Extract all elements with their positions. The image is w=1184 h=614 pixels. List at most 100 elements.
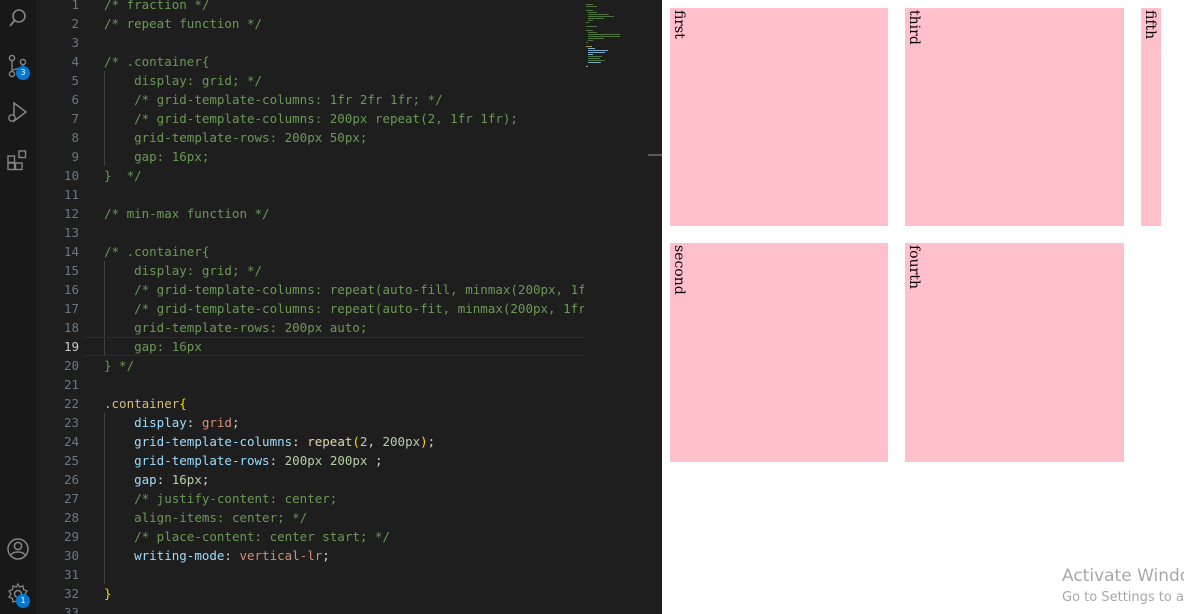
code-token: /* place-content: center start; */ — [134, 529, 390, 544]
line-number: 10 — [63, 168, 79, 183]
minimap-line — [588, 60, 605, 61]
line-number: 32 — [63, 586, 79, 601]
minimap-line — [588, 48, 595, 49]
line-number: 18 — [63, 320, 79, 335]
grid-item-first: first — [670, 8, 888, 226]
code-token: : — [292, 434, 308, 449]
code-token: grid-template-rows — [134, 453, 270, 468]
grid-item-fifth: fifth — [1141, 8, 1161, 226]
code-token: repeat — [307, 434, 353, 449]
line-number: 11 — [63, 187, 79, 202]
code-token: /* justify-content: center; — [134, 491, 338, 506]
code-line[interactable]: display: grid; */ — [104, 261, 262, 280]
line-number: 1 — [71, 0, 79, 12]
code-line[interactable]: } */ — [104, 356, 134, 375]
minimap-line — [586, 30, 593, 31]
run-debug-icon[interactable] — [0, 94, 36, 130]
code-line[interactable]: gap: 16px; — [104, 147, 209, 166]
code-line[interactable]: .container{ — [104, 394, 187, 413]
code-token: { — [179, 396, 187, 411]
minimap-line — [588, 36, 620, 37]
code-line[interactable]: /* grid-template-columns: 1fr 2fr 1fr; *… — [104, 90, 443, 109]
code-token: 16px — [171, 472, 202, 487]
code-line[interactable]: } */ — [104, 166, 142, 185]
code-token: 200px — [284, 453, 323, 468]
code-token: ; — [367, 453, 383, 468]
minimap-line — [588, 14, 609, 15]
minimap[interactable] — [584, 0, 662, 614]
code-line[interactable]: /* repeat function */ — [104, 14, 262, 33]
line-number: 12 — [63, 206, 79, 221]
code-line[interactable]: grid-template-rows: 200px auto; — [104, 318, 367, 337]
code-line[interactable]: align-items: center; */ — [104, 508, 307, 527]
line-number: 27 — [63, 491, 79, 506]
code-line[interactable]: grid-template-rows: 200px 200px ; — [104, 451, 383, 470]
code-editor[interactable]: 1 2 3 4 5 6 7 8 9 10 11 12 13 14 15 16 17 18 19 20 21 22 23 24 2… — [36, 0, 662, 614]
minimap-line — [588, 38, 604, 39]
code-token: ( — [352, 434, 360, 449]
minimap-line — [588, 16, 614, 17]
code-line[interactable]: /* .container{ — [104, 52, 209, 71]
minimap-line — [586, 10, 593, 11]
minimap-line — [588, 34, 620, 35]
minimap-line — [588, 58, 600, 59]
source-control-badge: 3 — [16, 66, 30, 80]
code-line[interactable]: gap: 16px — [104, 337, 202, 356]
code-token: grid-template-rows: 200px auto; — [134, 320, 368, 335]
browser-preview: Activate Windows Go to Settings to activ… — [662, 0, 1184, 614]
code-line[interactable]: writing-mode: vertical-lr; — [104, 546, 330, 565]
code-token: } */ — [104, 358, 135, 373]
line-number: 2 — [71, 16, 79, 31]
line-number: 5 — [71, 73, 79, 88]
code-line[interactable]: display: grid; — [104, 413, 239, 432]
code-token: grid-template-columns — [134, 434, 293, 449]
line-number: 21 — [63, 377, 79, 392]
code-line[interactable]: /* fraction */ — [104, 0, 209, 14]
code-token: ; — [427, 434, 436, 449]
source-control-icon[interactable]: 3 — [0, 48, 36, 84]
code-token: /* fraction */ — [104, 0, 210, 12]
activation-watermark: Activate Windows Go to Settings to activ… — [1062, 564, 1184, 608]
code-token: gap: 16px; — [134, 149, 210, 164]
code-area[interactable]: /* fraction */ /* repeat function */ /* .c… — [84, 0, 612, 614]
line-number: 22 — [63, 396, 79, 411]
code-line[interactable]: /* grid-template-columns: repeat(auto-fi… — [104, 299, 608, 318]
scrollbar-thumb[interactable] — [648, 154, 662, 156]
line-number: 30 — [63, 548, 79, 563]
code-line[interactable]: /* justify-content: center; — [104, 489, 337, 508]
minimap-line — [588, 18, 604, 19]
code-token: ; — [201, 472, 210, 487]
line-number: 16 — [63, 282, 79, 297]
code-line[interactable]: /* .container{ — [104, 242, 209, 261]
minimap-line — [588, 62, 601, 63]
line-number: 28 — [63, 510, 79, 525]
minimap-line — [588, 56, 602, 57]
code-token: writing-mode — [134, 548, 225, 563]
line-number: 7 — [71, 111, 79, 126]
code-line[interactable]: grid-template-rows: 200px 50px; — [104, 128, 367, 147]
code-token: : — [156, 472, 172, 487]
code-token: /* grid-template-columns: 200px repeat(2… — [134, 111, 518, 126]
line-number: 6 — [71, 92, 79, 107]
code-line[interactable]: /* grid-template-columns: repeat(auto-fi… — [104, 280, 612, 299]
minimap-line — [588, 40, 593, 41]
extensions-icon[interactable] — [0, 142, 36, 178]
code-line[interactable]: /* place-content: center start; */ — [104, 527, 390, 546]
minimap-line — [588, 12, 597, 13]
line-number: 26 — [63, 472, 79, 487]
minimap-line — [588, 50, 608, 51]
code-line[interactable]: gap: 16px; — [104, 470, 209, 489]
code-line[interactable]: display: grid; */ — [104, 71, 262, 90]
settings-badge: 1 — [16, 594, 30, 608]
code-line[interactable]: /* grid-template-columns: 200px repeat(2… — [104, 109, 518, 128]
code-line[interactable]: /* min-max function */ — [104, 204, 270, 223]
code-token: grid — [201, 415, 232, 430]
code-token: ) — [420, 434, 428, 449]
settings-gear-icon[interactable]: 1 — [0, 576, 36, 612]
code-token: .container — [104, 396, 180, 411]
account-icon[interactable] — [0, 531, 36, 567]
search-icon[interactable] — [0, 0, 36, 36]
code-token: } */ — [104, 168, 142, 183]
code-line[interactable]: } — [104, 584, 112, 603]
code-line[interactable]: grid-template-columns: repeat(2, 200px); — [104, 432, 435, 451]
